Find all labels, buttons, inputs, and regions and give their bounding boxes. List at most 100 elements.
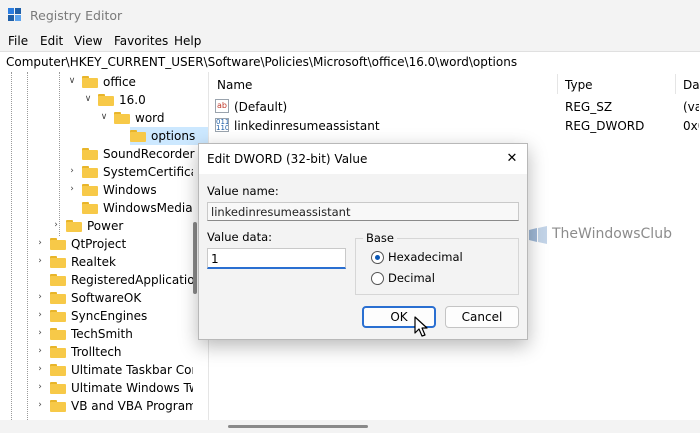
folder-icon [82, 166, 98, 178]
folder-icon [82, 148, 98, 160]
tree-item-systemcertificates[interactable]: › SystemCertificates [67, 164, 193, 182]
menu-edit[interactable]: Edit [40, 34, 63, 48]
folder-icon [66, 220, 82, 232]
value-row[interactable]: 011 110 linkedinresumeassistant REG_DWORD… [215, 117, 699, 135]
decimal-option[interactable]: Decimal [371, 271, 511, 287]
key-tree[interactable]: ∨ office ∨ 16.0 ∨ word options SoundReco… [0, 72, 209, 420]
tree-bottom-strip [0, 420, 209, 433]
chevron-right-icon[interactable]: › [35, 364, 45, 376]
close-icon[interactable]: ✕ [500, 149, 524, 169]
tree-item-label: options [151, 129, 195, 143]
value-row[interactable]: ab (Default) REG_SZ (value not set) [215, 98, 699, 116]
chevron-down-icon[interactable]: ∨ [83, 94, 93, 106]
chevron-right-icon[interactable]: › [35, 400, 45, 412]
folder-icon [50, 238, 66, 250]
address-path[interactable]: Computer\HKEY_CURRENT_USER\Software\Poli… [6, 55, 517, 69]
tree-item-label: office [103, 75, 136, 89]
folder-icon [50, 256, 66, 268]
hexadecimal-radio[interactable] [371, 251, 384, 264]
value-type: REG_DWORD [565, 119, 645, 133]
chevron-right-icon[interactable]: › [35, 382, 45, 394]
chevron-right-icon[interactable]: › [35, 310, 45, 322]
chevron-right-icon[interactable]: › [67, 184, 77, 196]
tree-item-options[interactable]: options [115, 128, 195, 146]
folder-icon [50, 310, 66, 322]
folder-icon [50, 400, 66, 412]
column-separator[interactable] [675, 74, 676, 94]
tree-guide-line [11, 72, 12, 420]
chevron-right-icon[interactable]: › [35, 328, 45, 340]
tree-item-vb-and-vba[interactable]: › VB and VBA Program Settings [35, 398, 193, 416]
tree-item-ultimate-windows-tweaker[interactable]: › Ultimate Windows Tweaker [35, 380, 193, 398]
tree-guide-line [59, 72, 60, 236]
folder-icon [50, 292, 66, 304]
hexadecimal-option[interactable]: Hexadecimal [371, 250, 511, 266]
column-header-name[interactable]: Name [217, 78, 252, 92]
dialog-title-bar: Edit DWORD (32-bit) Value ✕ [199, 144, 527, 174]
base-label: Base [363, 231, 398, 245]
folder-icon [114, 112, 130, 124]
chevron-right-icon[interactable]: › [35, 292, 45, 304]
decimal-radio[interactable] [371, 272, 384, 285]
menu-file[interactable]: File [8, 34, 28, 48]
tree-item-label: word [135, 111, 165, 125]
menu-favorites[interactable]: Favorites [114, 34, 168, 48]
address-bar[interactable]: Computer\HKEY_CURRENT_USER\Software\Poli… [0, 51, 700, 73]
mouse-cursor-icon [414, 316, 428, 337]
value-data: 0x00000001 (1) [683, 119, 699, 133]
window-title: Registry Editor [30, 8, 123, 23]
value-name: linkedinresumeassistant [234, 119, 380, 133]
tree-item-label: SoftwareOK [71, 291, 142, 305]
folder-icon [50, 274, 66, 286]
folder-icon [98, 94, 114, 106]
tree-item-label: SyncEngines [71, 309, 148, 323]
folder-icon [50, 346, 66, 358]
dialog-title: Edit DWORD (32-bit) Value [207, 152, 368, 166]
tree-item-ultimate-taskbar-control[interactable]: › Ultimate Taskbar Control [35, 362, 193, 380]
value-data-label: Value data: [207, 230, 273, 244]
value-name-field: linkedinresumeassistant [207, 202, 519, 221]
tree-item-label: Trolltech [71, 345, 122, 359]
tree-item-label: Power [87, 219, 124, 233]
chevron-right-icon[interactable]: › [67, 166, 77, 178]
horizontal-scrollbar-thumb[interactable] [228, 425, 368, 428]
tree-scrollbar-thumb[interactable] [193, 222, 197, 294]
menu-view[interactable]: View [74, 34, 102, 48]
folder-icon [50, 364, 66, 376]
value-data-text[interactable]: 1 [211, 252, 219, 266]
tree-item-label: TechSmith [71, 327, 133, 341]
tree-item-label: Windows [103, 183, 157, 197]
chevron-right-icon[interactable]: › [51, 220, 61, 232]
tree-item-label: Ultimate Windows Tweaker [71, 381, 193, 395]
hexadecimal-label[interactable]: Hexadecimal [388, 250, 463, 264]
folder-icon [50, 328, 66, 340]
value-data: (value not set) [683, 100, 699, 114]
tree-item-label: SoundRecorder [103, 147, 195, 161]
column-header-type[interactable]: Type [565, 78, 593, 92]
tree-item-windowsmediaplayer[interactable]: WindowsMediaPlayer [67, 200, 193, 218]
chevron-right-icon[interactable]: › [35, 238, 45, 250]
registry-editor-icon [8, 8, 21, 21]
binary-value-icon: 011 110 [215, 118, 229, 132]
column-header-data[interactable]: Data [683, 78, 700, 92]
decimal-label[interactable]: Decimal [388, 271, 435, 285]
folder-icon [130, 130, 146, 142]
folder-icon [82, 76, 98, 88]
value-name-text: linkedinresumeassistant [211, 205, 351, 219]
string-value-icon: ab [215, 99, 229, 113]
tree-item-label: SystemCertificates [103, 165, 193, 179]
chevron-right-icon[interactable]: › [35, 346, 45, 358]
tree-item-label: 16.0 [119, 93, 146, 107]
tree-item-label: Ultimate Taskbar Control [71, 363, 193, 377]
tree-item-label: WindowsMediaPlayer [103, 201, 193, 215]
chevron-down-icon[interactable]: ∨ [99, 112, 109, 124]
column-separator[interactable] [557, 74, 558, 94]
chevron-down-icon[interactable]: ∨ [67, 76, 77, 88]
value-data-input[interactable]: 1 [207, 248, 346, 269]
chevron-right-icon[interactable]: › [35, 256, 45, 268]
menu-help[interactable]: Help [174, 34, 201, 48]
tree-item-label: RegisteredApplications [71, 273, 193, 287]
tree-item-registeredapplications[interactable]: RegisteredApplications [35, 272, 193, 290]
cancel-button[interactable]: Cancel [445, 306, 519, 328]
tree-item-label: Realtek [71, 255, 116, 269]
